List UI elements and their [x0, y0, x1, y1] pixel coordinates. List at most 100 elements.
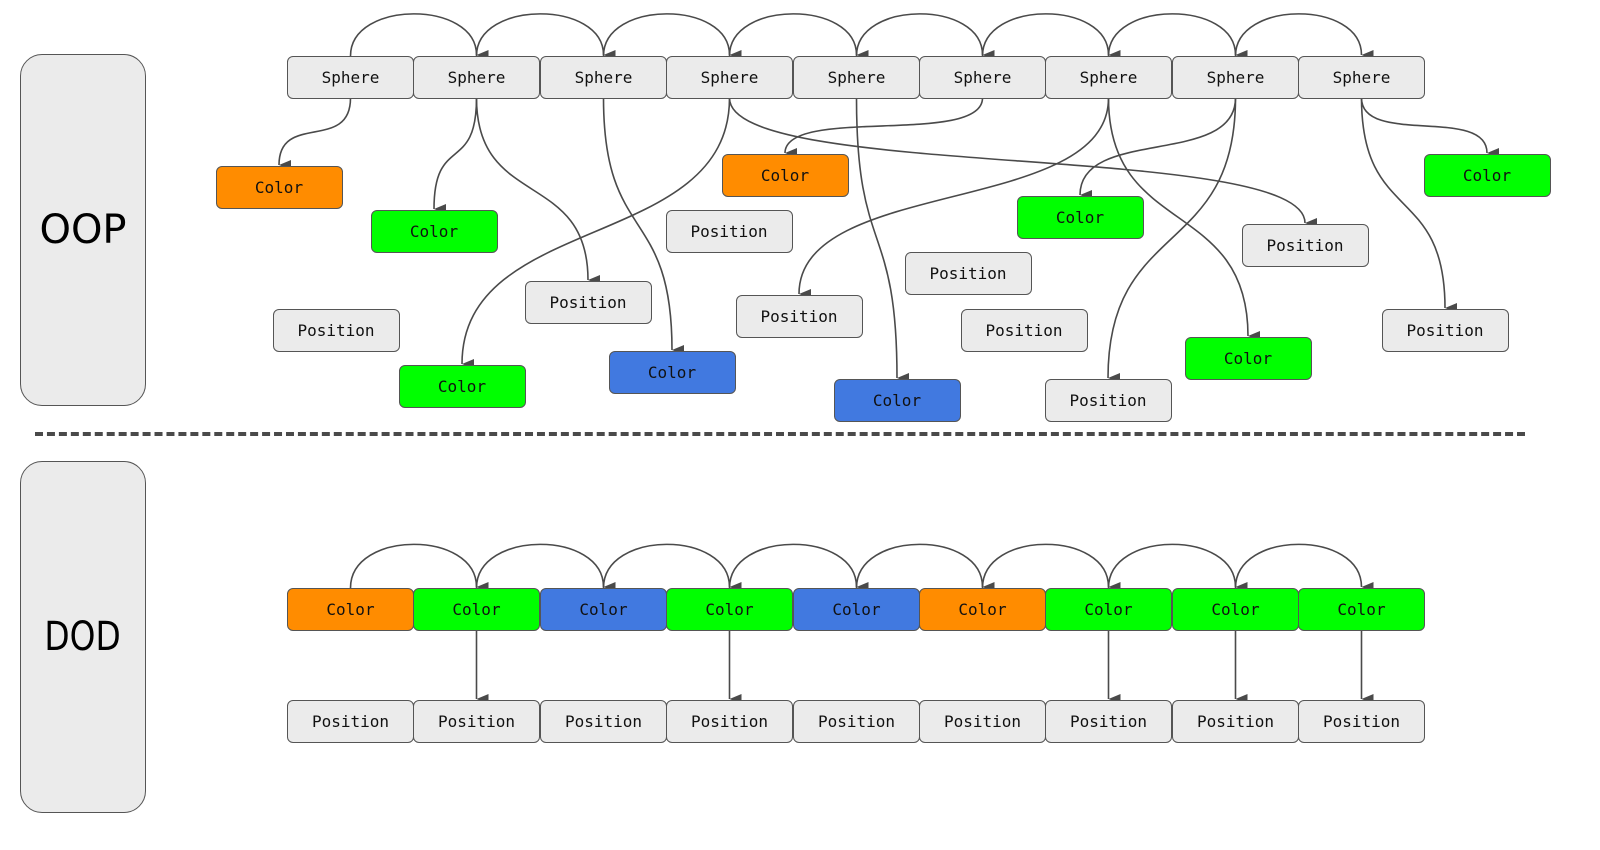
sphere-to-component-arrow — [855, 97, 910, 383]
color-node: Color — [1423, 154, 1551, 197]
sphere-node-label: Sphere — [953, 68, 1012, 87]
oop-label-text: OOP — [39, 207, 127, 253]
dod-section-label: DOD — [20, 461, 146, 813]
section-divider — [35, 432, 1525, 436]
color-node-label: Color — [760, 166, 810, 185]
dod-color-node-label: Color — [1337, 600, 1386, 619]
position-node: Position — [272, 309, 400, 352]
color-node: Color — [370, 210, 498, 253]
dod-position-node-label: Position — [564, 712, 643, 731]
position-node: Position — [1381, 309, 1509, 352]
sphere-node-label: Sphere — [447, 68, 506, 87]
sphere-node-label: Sphere — [827, 68, 886, 87]
position-node: Position — [665, 210, 793, 253]
color-node: Color — [721, 154, 849, 197]
position-node: Position — [1241, 224, 1369, 267]
position-node: Position — [1044, 379, 1172, 422]
dod-color-node: Color — [1172, 588, 1299, 631]
color-node-label: Color — [872, 391, 922, 410]
oop-vs-dod-diagram: OOP DOD Sphere Sphere Sphere Sphere Sphere Sp… — [0, 0, 1600, 850]
dod-color-node: Color — [793, 588, 920, 631]
position-node-label: Position — [297, 321, 375, 340]
position-node-label: Position — [690, 222, 768, 241]
sphere-node: Sphere — [413, 56, 540, 99]
position-node-label: Position — [1406, 321, 1484, 340]
dod-color-node: Color — [413, 588, 540, 631]
dod-color-node: Color — [1298, 588, 1425, 631]
dod-position-node: Position — [413, 700, 540, 743]
sphere-node: Sphere — [540, 56, 667, 99]
sphere-node: Sphere — [793, 56, 920, 99]
sphere-node: Sphere — [287, 56, 414, 99]
dod-color-next-arrow — [475, 543, 616, 592]
dod-color-node: Color — [919, 588, 1046, 631]
dod-position-node: Position — [540, 700, 667, 743]
dod-position-node: Position — [1172, 700, 1299, 743]
sphere-to-component-arrow — [433, 97, 478, 215]
dod-color-node-label: Color — [1211, 600, 1260, 619]
dod-color-next-arrow — [855, 543, 995, 592]
sphere-next-arrow — [855, 13, 995, 60]
position-node: Position — [960, 309, 1088, 352]
sphere-next-arrow — [602, 13, 742, 60]
dod-color-next-arrow — [981, 543, 1121, 592]
sphere-next-arrow — [475, 13, 616, 60]
color-node: Color — [1016, 196, 1144, 239]
sphere-next-arrow — [728, 13, 869, 60]
color-node-label: Color — [1462, 166, 1512, 185]
position-node-label: Position — [549, 293, 627, 312]
position-node-label: Position — [1069, 391, 1147, 410]
sphere-node-label: Sphere — [1332, 68, 1391, 87]
dod-position-node: Position — [919, 700, 1046, 743]
color-node: Color — [608, 351, 736, 394]
dod-color-node: Color — [540, 588, 667, 631]
dod-color-next-arrow — [1107, 543, 1248, 592]
sphere-node-label: Sphere — [1206, 68, 1265, 87]
dod-color-node-label: Color — [579, 600, 628, 619]
color-node: Color — [215, 166, 343, 209]
dod-color-next-arrow — [349, 543, 489, 592]
dod-color-next-arrow — [1234, 543, 1374, 592]
sphere-next-arrow — [1234, 13, 1374, 60]
sphere-to-component-arrow — [1360, 97, 1458, 313]
sphere-node-label: Sphere — [1079, 68, 1138, 87]
dod-color-node-label: Color — [452, 600, 501, 619]
color-node-label: Color — [254, 178, 304, 197]
dod-position-node: Position — [287, 700, 414, 743]
dod-color-node-label: Color — [326, 600, 375, 619]
dod-position-node-label: Position — [437, 712, 516, 731]
sphere-node-label: Sphere — [321, 68, 380, 87]
sphere-node-label: Sphere — [700, 68, 759, 87]
oop-section-label: OOP — [20, 54, 146, 406]
sphere-next-arrow — [349, 13, 489, 60]
sphere-node: Sphere — [666, 56, 793, 99]
dod-position-node-label: Position — [311, 712, 390, 731]
color-node-label: Color — [1055, 208, 1105, 227]
dod-color-node: Color — [1045, 588, 1172, 631]
color-node-label: Color — [409, 222, 459, 241]
position-node-label: Position — [760, 307, 838, 326]
sphere-node: Sphere — [1298, 56, 1425, 99]
sphere-node-label: Sphere — [574, 68, 633, 87]
sphere-next-arrow — [1107, 13, 1248, 60]
sphere-to-component-arrow — [784, 97, 984, 159]
dod-position-node-label: Position — [1196, 712, 1275, 731]
dod-color-next-arrow — [728, 543, 869, 592]
color-node-label: Color — [1223, 349, 1273, 368]
sphere-node: Sphere — [919, 56, 1046, 99]
position-node: Position — [904, 252, 1032, 295]
sphere-to-component-arrow — [278, 97, 352, 171]
position-node-label: Position — [985, 321, 1063, 340]
color-node-label: Color — [437, 377, 487, 396]
color-node: Color — [833, 379, 961, 422]
position-node: Position — [524, 281, 652, 324]
dod-label-text: DOD — [44, 614, 122, 660]
position-node-label: Position — [1266, 236, 1344, 255]
dod-color-node-label: Color — [832, 600, 881, 619]
color-node: Color — [1184, 337, 1312, 380]
dod-color-node: Color — [287, 588, 414, 631]
dod-position-node-label: Position — [943, 712, 1022, 731]
sphere-next-arrow — [981, 13, 1121, 60]
position-node: Position — [735, 295, 863, 338]
dod-color-node-label: Color — [705, 600, 754, 619]
